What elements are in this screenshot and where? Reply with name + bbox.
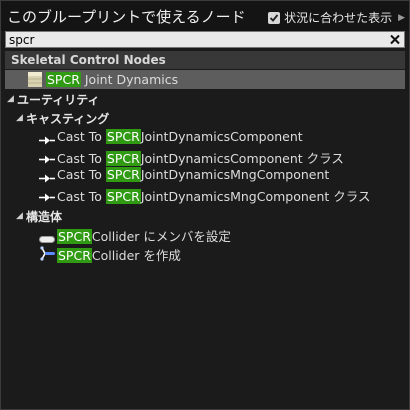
palette-header: このブループリントで使えるノード 状況に合わせた表示 ▶ [1, 1, 409, 31]
make-struct-icon [39, 246, 55, 264]
node-label: Cast To SPCRJointDynamicsComponent クラス [57, 151, 344, 166]
category-label: Skeletal Control Nodes [11, 53, 166, 67]
search-highlight: SPCR [57, 229, 92, 244]
cast-arrow-icon [39, 190, 55, 205]
node-palette-panel: このブループリントで使えるノード 状況に合わせた表示 ▶ Skeletal Co… [0, 0, 410, 410]
cast-arrow-icon [39, 152, 55, 167]
search-highlight: SPCR [46, 72, 81, 87]
node-item-set-members[interactable]: SPCRCollider にメンバを設定 [1, 225, 409, 244]
group-casting[interactable]: キャスティング [26, 110, 109, 127]
search-input[interactable] [9, 32, 379, 47]
search-highlight: SPCR [105, 129, 141, 144]
cast-arrow-icon [39, 133, 55, 148]
node-label: Cast To SPCRJointDynamicsComponent [57, 129, 303, 144]
context-sensitive-toggle[interactable]: 状況に合わせた表示 ▶ [268, 9, 405, 26]
search-highlight: SPCR [105, 167, 141, 182]
node-label: SPCRCollider にメンバを設定 [57, 229, 231, 244]
node-item-cast[interactable]: Cast To SPCRJointDynamicsComponent クラス [1, 147, 409, 166]
cast-arrow-icon [39, 171, 55, 186]
clear-search-icon[interactable] [388, 32, 402, 47]
node-label: SPCR Joint Dynamics [46, 72, 179, 87]
node-label: Cast To SPCRJointDynamicsMngComponent クラ… [57, 189, 371, 204]
node-item-cast[interactable]: Cast To SPCRJointDynamicsComponent [1, 128, 409, 147]
search-box[interactable] [5, 31, 405, 48]
palette-title: このブループリントで使えるノード [7, 8, 246, 26]
context-sensitive-label[interactable]: 状況に合わせた表示 [284, 9, 392, 26]
anim-node-icon [28, 72, 42, 90]
node-item-cast[interactable]: Cast To SPCRJointDynamicsMngComponent クラ… [1, 185, 409, 204]
group-struct[interactable]: 構造体 [26, 208, 62, 225]
expanded-arrow-icon[interactable]: ◢ [16, 211, 23, 221]
node-item-make-struct[interactable]: SPCRCollider を作成 [1, 244, 409, 263]
search-highlight: SPCR [57, 248, 92, 263]
category-utilities[interactable]: ユーティリティ [17, 91, 100, 108]
checkbox-checked-icon[interactable] [268, 11, 281, 24]
search-highlight: SPCR [105, 189, 141, 204]
node-label: Cast To SPCRJointDynamicsMngComponent [57, 167, 330, 182]
expand-arrow-icon[interactable]: ▶ [398, 13, 405, 23]
expanded-arrow-icon[interactable]: ◢ [7, 94, 14, 104]
node-label: SPCRCollider を作成 [57, 248, 181, 263]
search-highlight: SPCR [105, 151, 141, 166]
node-item-cast[interactable]: Cast To SPCRJointDynamicsMngComponent [1, 166, 409, 185]
node-item-joint-dynamics[interactable]: SPCR Joint Dynamics [5, 70, 405, 89]
category-skeletal-control-nodes[interactable]: Skeletal Control Nodes [5, 51, 405, 69]
expanded-arrow-icon[interactable]: ◢ [16, 113, 23, 123]
